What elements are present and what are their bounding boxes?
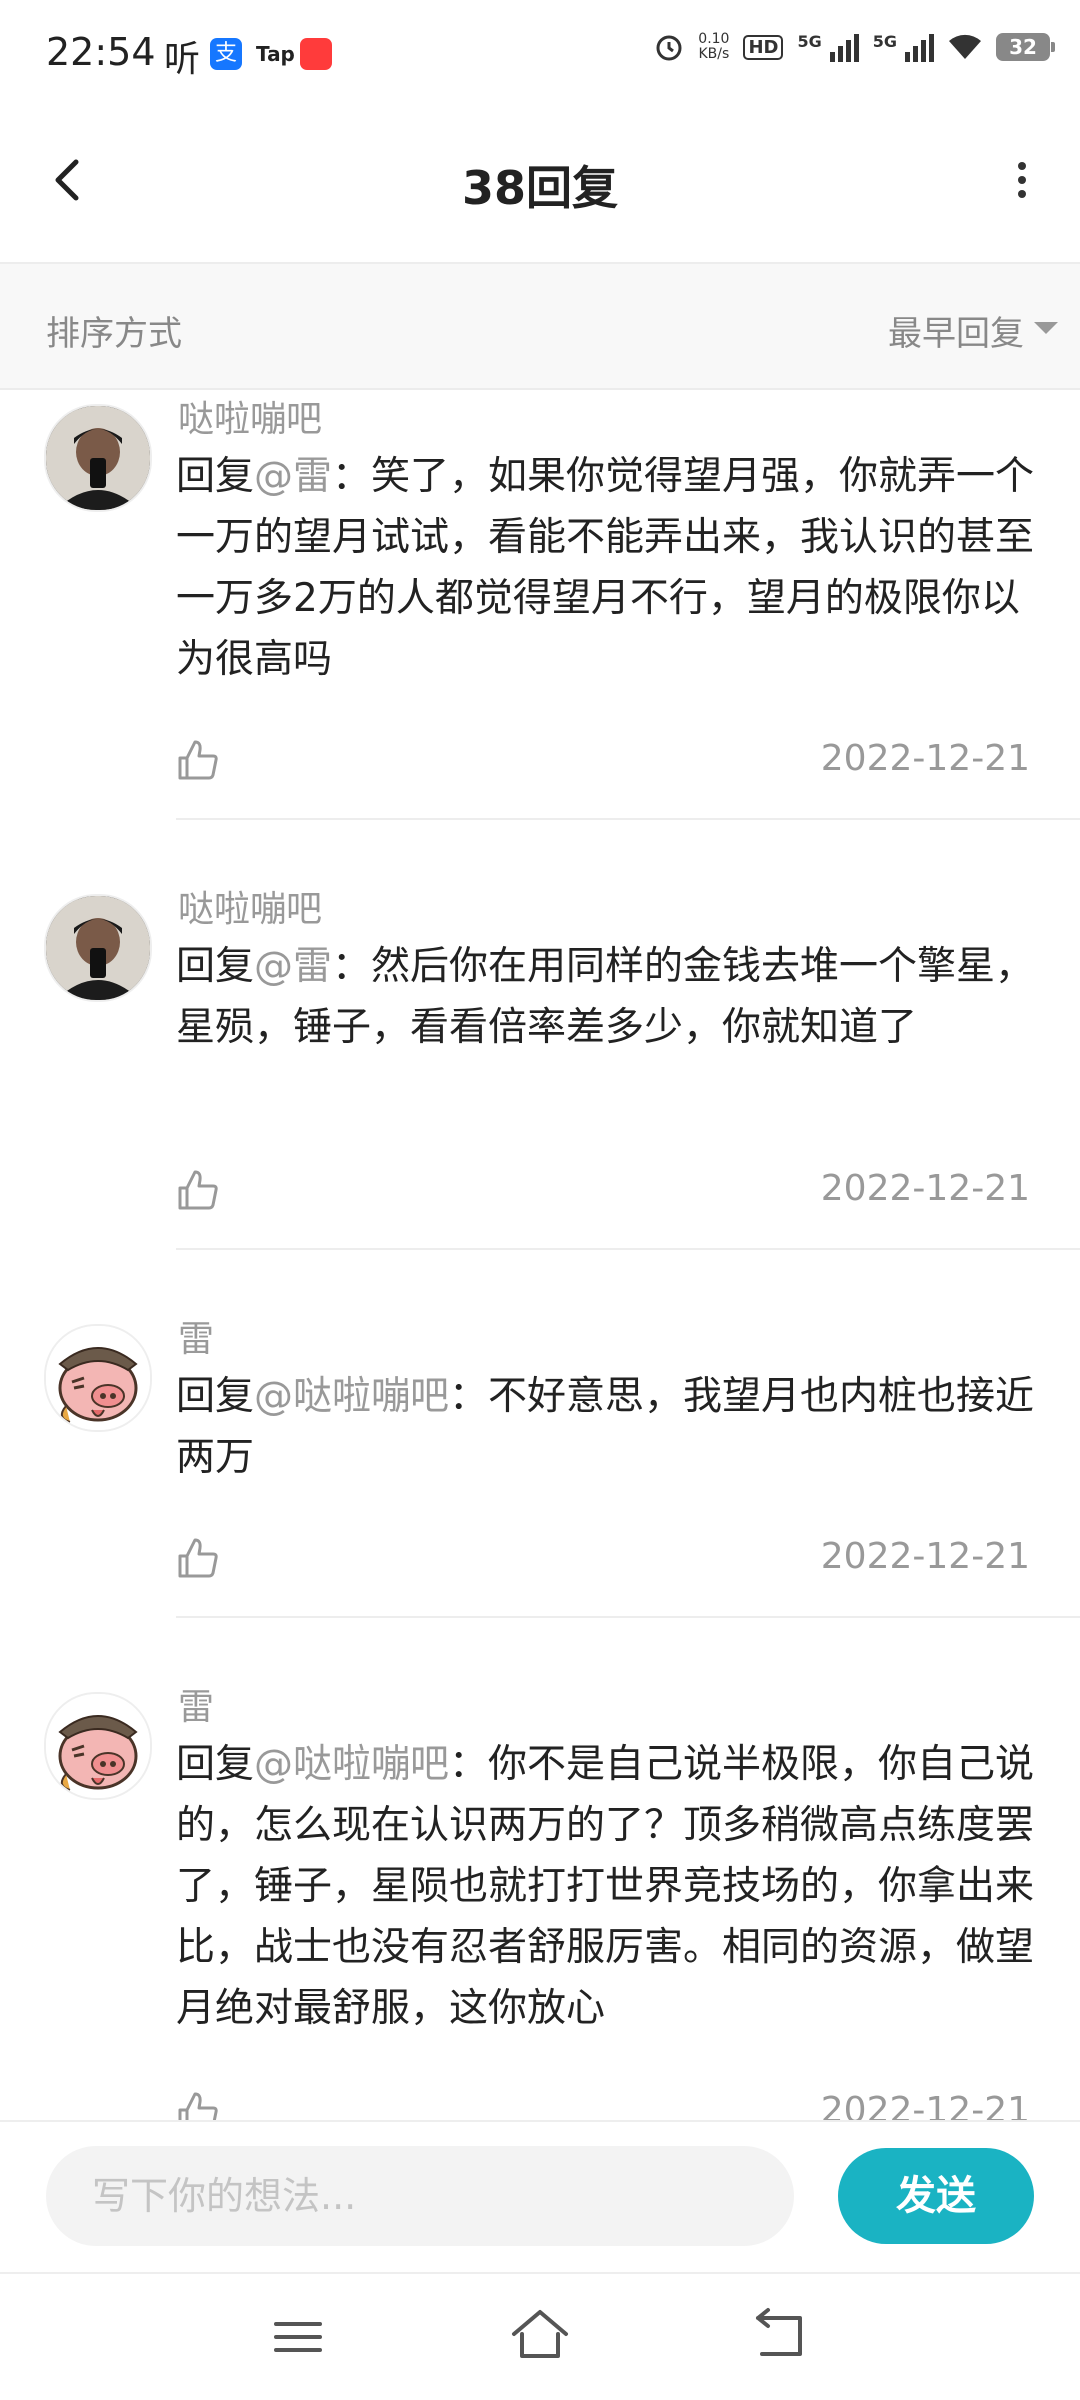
comment-input[interactable] (46, 2146, 794, 2246)
screen: 22:54 听 支 Tap 0.10 KB/s HD 5G 5G 32 38回复… (0, 0, 1080, 2400)
net-speed-value: 0.10 (698, 31, 730, 47)
reply-prefix: 回复 (176, 944, 255, 989)
comment-username[interactable]: 雷 (178, 1678, 214, 1730)
menu-icon[interactable] (268, 2312, 328, 2362)
avatar-photo-icon (46, 896, 150, 1000)
thumb-up-icon[interactable] (176, 1536, 220, 1580)
pig-avatar-icon (46, 1694, 150, 1798)
avatar-photo-icon (46, 406, 150, 510)
send-button[interactable]: 发送 (838, 2148, 1034, 2244)
sort-label: 排序方式 (46, 314, 182, 354)
status-bar: 22:54 听 支 Tap 0.10 KB/s HD 5G 5G 32 (0, 0, 1080, 110)
sort-bar: 排序方式 最早回复 (0, 264, 1080, 388)
page-title: 38回复 (461, 161, 618, 215)
comment-date: 2022-12-21 (820, 1536, 1030, 1577)
avatar[interactable] (44, 404, 152, 512)
avatar[interactable] (44, 1692, 152, 1800)
app-red-icon (300, 38, 332, 70)
more-icon[interactable] (992, 150, 1052, 210)
comment-date: 2022-12-21 (820, 1168, 1030, 1209)
comment-username[interactable]: 哒啦嘣吧 (178, 880, 322, 932)
comment-text: 回复@雷：然后你在用同样的金钱去堆一个擎星，星殒，锤子，看看倍率差多少，你就知道… (176, 936, 1036, 1058)
comment-composer: 发送 (0, 2120, 1080, 2272)
comment-text: 回复@哒啦嘣吧：你不是自己说半极限，你自己说的，怎么现在认识两万的了？顶多稍微高… (176, 1734, 1036, 2039)
signal-icon-2 (905, 32, 934, 62)
status-right: 0.10 KB/s HD 5G 5G 32 (654, 32, 1055, 62)
mention-link[interactable]: @哒啦嘣吧 (254, 1374, 449, 1419)
chevron-down-icon[interactable] (1034, 322, 1058, 334)
comment-date: 2022-12-21 (820, 2090, 1030, 2120)
comment-item: 雷 回复@哒啦嘣吧：你不是自己说半极限，你自己说的，怎么现在认识两万的了？顶多稍… (0, 1618, 1080, 2120)
thumb-up-icon[interactable] (176, 738, 220, 782)
comment-date: 2022-12-21 (820, 738, 1030, 779)
mention-link[interactable]: @哒啦嘣吧 (254, 1742, 449, 1787)
net-speed-unit: KB/s (698, 46, 730, 62)
pig-avatar-icon (46, 1326, 150, 1430)
comment-item: 雷 回复@哒啦嘣吧：不好意思，我望月也内桩也接近两万 2022-12-21 (0, 1250, 1080, 1618)
sort-dropdown[interactable]: 最早回复 (888, 306, 1024, 355)
comment-item: 哒啦嘣吧 回复@雷：笑了，如果你觉得望月强，你就弄一个一万的望月试试，看能不能弄… (0, 390, 1080, 820)
app-tap-icon: Tap (256, 42, 295, 66)
back-nav-icon[interactable] (748, 2304, 812, 2364)
comment-list: 哒啦嘣吧 回复@雷：笑了，如果你觉得望月强，你就弄一个一万的望月试试，看能不能弄… (0, 390, 1080, 2120)
mention-link[interactable]: @雷 (254, 454, 332, 499)
hd-icon: HD (743, 34, 784, 60)
thumb-up-icon[interactable] (176, 2090, 220, 2120)
system-nav-bar (0, 2272, 1080, 2400)
status-time: 22:54 (46, 30, 156, 74)
comment-text: 回复@哒啦嘣吧：不好意思，我望月也内桩也接近两万 (176, 1366, 1036, 1488)
comment-text: 回复@雷：笑了，如果你觉得望月强，你就弄一个一万的望月试试，看能不能弄出来，我认… (176, 446, 1036, 690)
alarm-icon (656, 35, 682, 61)
net-speed: 0.10 KB/s (698, 32, 729, 62)
header: 38回复 (0, 120, 1080, 260)
comment-item: 哒啦嘣吧 回复@雷：然后你在用同样的金钱去堆一个擎星，星殒，锤子，看看倍率差多少… (0, 820, 1080, 1250)
signal-icon (829, 32, 859, 62)
home-icon[interactable] (508, 2304, 572, 2364)
avatar[interactable] (44, 1324, 152, 1432)
comment-username[interactable]: 哒啦嘣吧 (178, 390, 322, 442)
net-type-2: 5G (872, 32, 897, 51)
reply-prefix: 回复 (176, 1374, 255, 1419)
net-type-1: 5G (797, 32, 822, 51)
reply-prefix: 回复 (176, 454, 255, 499)
wifi-icon (949, 34, 981, 59)
reply-prefix: 回复 (176, 1742, 255, 1787)
app-alipay-icon: 支 (210, 38, 242, 70)
app-ting-icon: 听 (164, 39, 201, 80)
comment-username[interactable]: 雷 (178, 1310, 214, 1362)
battery-icon: 32 (996, 33, 1055, 61)
avatar[interactable] (44, 894, 152, 1002)
mention-link[interactable]: @雷 (254, 944, 332, 989)
thumb-up-icon[interactable] (176, 1168, 220, 1212)
